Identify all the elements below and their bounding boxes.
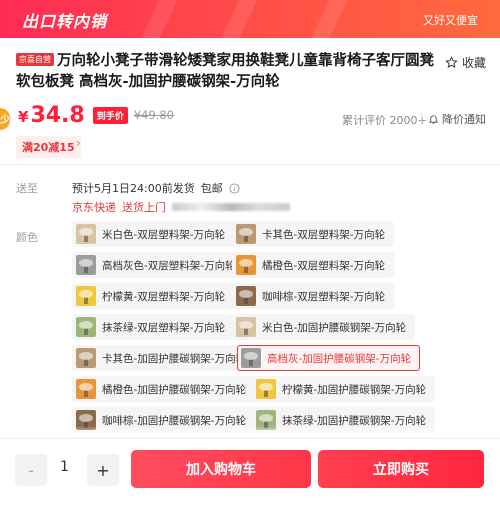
color-option[interactable]: 橘橙色-双层塑料架-万向轮 [232, 252, 395, 278]
variant-thumbnail [236, 224, 256, 244]
door-delivery-label: 送货上门 [122, 201, 166, 214]
promo-coupon[interactable]: 满20减15 [16, 136, 81, 158]
variant-label: 柠檬黄-双层塑料架-万向轮 [102, 290, 226, 303]
variant-label: 橘橙色-双层塑料架-万向轮 [262, 259, 386, 272]
review-count[interactable]: 累计评价 2000+ [342, 112, 427, 128]
color-option[interactable]: 高档灰色-双层塑料架-万向轮 [72, 252, 245, 278]
star-icon [445, 56, 458, 69]
color-option[interactable]: 卡其色-双层塑料架-万向轮 [232, 221, 395, 247]
price-alert-button[interactable]: 降价通知 [428, 111, 486, 127]
variant-label: 柠檬黄-加固护腰碳钢架-万向轮 [282, 383, 427, 396]
side-tab[interactable]: 少 [0, 108, 10, 130]
variant-thumbnail [241, 348, 261, 368]
variant-thumbnail [76, 255, 96, 275]
variant-thumbnail [236, 255, 256, 275]
color-option[interactable]: 米白色-加固护腰碳钢架-万向轮 [232, 314, 416, 340]
color-options: 米白色-双层塑料架-万向轮 卡其色-双层塑料架-万向轮高档灰色-双层塑料架-万向轮… [72, 221, 492, 435]
banner-stripe [216, 0, 262, 38]
info-icon[interactable] [229, 182, 240, 194]
variant-label: 卡其色-双层塑料架-万向轮 [262, 228, 386, 241]
banner-stripe [136, 0, 182, 38]
variant-thumbnail [236, 317, 256, 337]
ship-time: 预计5月1日24:00前发货 [72, 182, 195, 195]
color-label: 颜色 [16, 231, 38, 244]
color-option[interactable]: 橘橙色-加固护腰碳钢架-万向轮 [72, 376, 256, 402]
divider [421, 113, 422, 125]
blurred-address [172, 203, 290, 211]
self-operated-badge: 京喜自营 [16, 53, 54, 66]
bell-icon [428, 115, 439, 124]
delivery-address-row[interactable]: 京东快递 送货上门 [72, 199, 290, 215]
variant-label: 米白色-加固护腰碳钢架-万向轮 [262, 321, 407, 334]
color-option[interactable]: 柠檬黄-加固护腰碳钢架-万向轮 [252, 376, 436, 402]
currency-symbol: ¥ [18, 108, 29, 126]
color-option[interactable]: 柠檬黄-双层塑料架-万向轮 [72, 283, 235, 309]
scroll-fade [0, 426, 500, 438]
bottom-action-bar: - 1 + 加入购物车 立即购买 [0, 438, 500, 505]
quantity-value[interactable]: 1 [60, 459, 69, 475]
variant-label: 卡其色-加固护腰碳钢架-万向轮 [102, 352, 247, 365]
quantity-decrease-button[interactable]: - [15, 454, 47, 486]
favorite-label: 收藏 [461, 56, 486, 70]
jd-express-label: 京东快递 [72, 201, 116, 214]
variant-thumbnail [256, 379, 276, 399]
color-option[interactable]: 咖啡棕-双层塑料架-万向轮 [232, 283, 395, 309]
ship-info: 预计5月1日24:00前发货 包邮 [72, 180, 240, 196]
price-row: ¥ 34.8 到手价 ¥49.80 [18, 103, 174, 128]
variant-label: 抹茶绿-双层塑料架-万向轮 [102, 321, 226, 334]
variant-label: 米白色-双层塑料架-万向轮 [102, 228, 226, 241]
promo-banner: 出口转内销 又好又便宜 [0, 0, 500, 38]
color-option[interactable]: 抹茶绿-双层塑料架-万向轮 [72, 314, 235, 340]
free-shipping: 包邮 [200, 182, 223, 195]
variant-thumbnail [76, 379, 96, 399]
variant-thumbnail [76, 317, 96, 337]
color-option[interactable]: 高档灰-加固护腰碳钢架-万向轮 [237, 345, 421, 371]
banner-stripe [306, 0, 352, 38]
delivery-label: 送至 [16, 182, 38, 195]
banner-slogan: 又好又便宜 [423, 14, 478, 27]
variant-label: 咖啡棕-双层塑料架-万向轮 [262, 290, 386, 303]
variant-label: 高档灰色-双层塑料架-万向轮 [102, 259, 236, 272]
variant-thumbnail [236, 286, 256, 306]
color-option[interactable]: 卡其色-加固护腰碳钢架-万向轮 [72, 345, 256, 371]
variant-thumbnail [76, 286, 96, 306]
price-alert-label: 降价通知 [442, 113, 486, 126]
variant-thumbnail [76, 224, 96, 244]
section-divider [0, 164, 500, 165]
variant-thumbnail [76, 348, 96, 368]
final-price-tag: 到手价 [92, 107, 128, 124]
variant-label: 高档灰-加固护腰碳钢架-万向轮 [267, 352, 412, 365]
banner-title: 出口转内销 [22, 12, 108, 31]
color-option[interactable]: 米白色-双层塑料架-万向轮 [72, 221, 235, 247]
favorite-button[interactable]: 收藏 [445, 54, 486, 71]
product-title-text: 万向轮小凳子带滑轮矮凳家用换鞋凳儿童靠背椅子客厅圆凳软包板凳 高档灰-加固护腰碳… [16, 53, 434, 90]
buy-now-button[interactable]: 立即购买 [318, 450, 484, 488]
chevron-right-icon[interactable]: › [76, 136, 81, 150]
product-title: 京喜自营 万向轮小凳子带滑轮矮凳家用换鞋凳儿童靠背椅子客厅圆凳软包板凳 高档灰-加… [16, 51, 436, 93]
quantity-increase-button[interactable]: + [87, 454, 119, 486]
add-to-cart-button[interactable]: 加入购物车 [131, 450, 311, 488]
variant-label: 橘橙色-加固护腰碳钢架-万向轮 [102, 383, 247, 396]
side-tab-label: 少 [0, 115, 10, 126]
current-price: 34.8 [30, 103, 85, 128]
original-price: ¥49.80 [133, 108, 174, 122]
